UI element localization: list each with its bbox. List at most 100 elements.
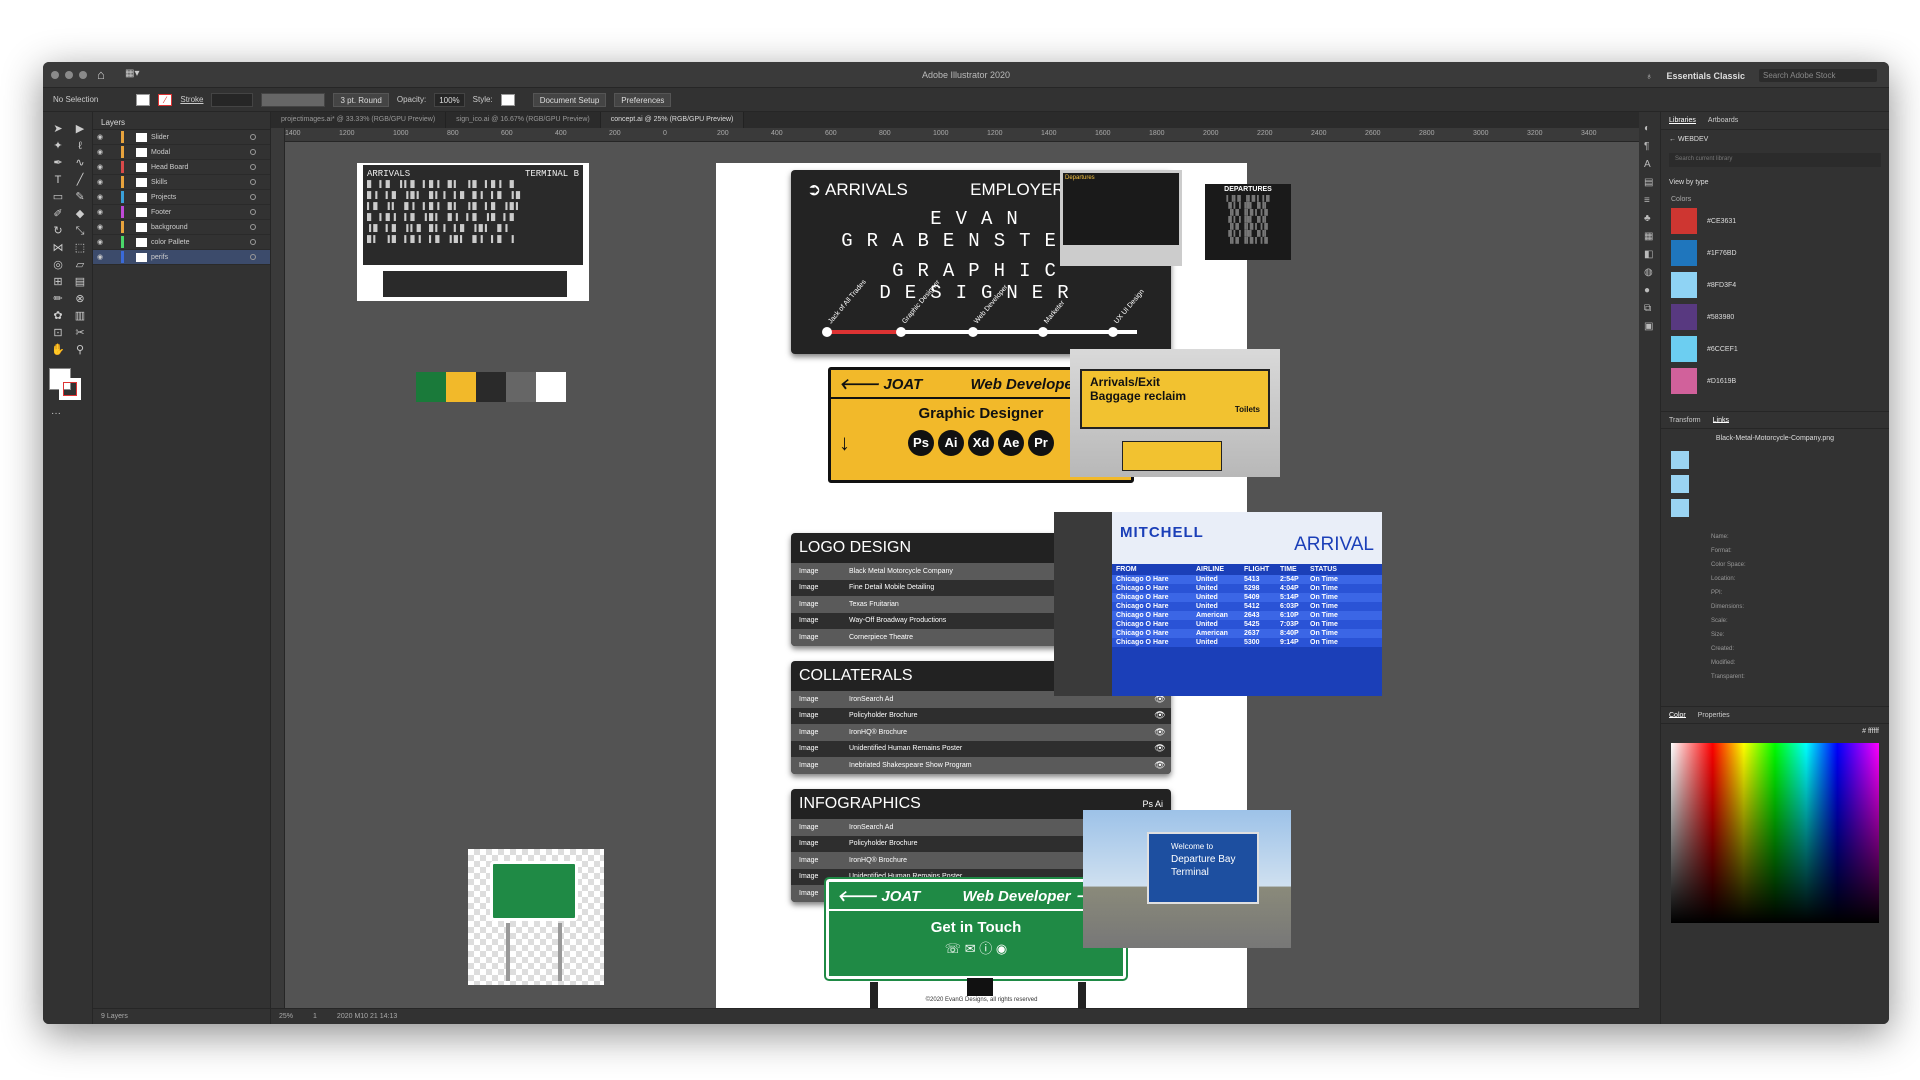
email-icon[interactable]: ✉ — [965, 941, 976, 956]
magic-wand-tool-icon[interactable]: ✦ — [49, 139, 67, 154]
layer-target-icon[interactable] — [250, 134, 256, 140]
style-label[interactable]: Style: — [473, 95, 493, 104]
layer-row[interactable]: ◉ Footer — [93, 205, 270, 220]
library-name[interactable]: ← WEBDEV — [1661, 130, 1889, 149]
width-tool-icon[interactable]: ⋈ — [49, 241, 67, 256]
link-item[interactable] — [1671, 472, 1879, 496]
phone-icon[interactable]: ☏ — [945, 941, 961, 956]
green-blank-sign-image[interactable] — [468, 849, 604, 985]
departure-bay-sign-image[interactable]: Welcome to Departure Bay Terminal — [1083, 810, 1291, 948]
library-color-swatch[interactable]: #583980 — [1661, 301, 1889, 333]
view-eye-icon[interactable]: 👁 — [1149, 710, 1171, 721]
project-row[interactable]: Image Inebriated Shakespeare Show Program… — [791, 757, 1171, 774]
tab-links[interactable]: Links — [1712, 417, 1729, 424]
view-eye-icon[interactable]: 👁 — [1149, 743, 1171, 754]
view-eye-icon[interactable]: 👁 — [1149, 727, 1171, 738]
fill-stroke-swatches[interactable] — [49, 368, 92, 408]
visibility-eye-icon[interactable]: ◉ — [93, 253, 107, 261]
character-panel-icon[interactable]: A — [1644, 156, 1655, 174]
library-color-swatch[interactable]: #1F76BD — [1661, 237, 1889, 269]
library-search-input[interactable]: Search current library — [1669, 153, 1881, 167]
lightbulb-icon[interactable]: ♁ — [1646, 71, 1653, 81]
visibility-eye-icon[interactable]: ◉ — [93, 148, 107, 156]
visibility-eye-icon[interactable]: ◉ — [93, 133, 107, 141]
blend-tool-icon[interactable]: ⊗ — [71, 292, 89, 307]
opacity-label[interactable]: Opacity: — [397, 95, 426, 104]
stroke-swatch[interactable]: ⁄ — [158, 93, 173, 106]
vertical-ruler[interactable] — [271, 128, 285, 1008]
zoom-level[interactable]: 25% — [279, 1013, 293, 1020]
workspace-switcher[interactable]: Essentials Classic — [1666, 71, 1745, 81]
symbols-panel-icon[interactable]: ♣ — [1644, 210, 1655, 228]
palette-swatch[interactable] — [476, 372, 506, 402]
tab-projectimages[interactable]: projectimages.ai* @ 33.33% (RGB/GPU Prev… — [271, 112, 447, 128]
artboards-panel-icon[interactable]: ▣ — [1644, 318, 1655, 336]
graphic-styles-panel-icon[interactable]: ● — [1644, 282, 1655, 300]
layer-target-icon[interactable] — [250, 254, 256, 260]
slice-tool-icon[interactable]: ✂ — [71, 326, 89, 341]
project-row[interactable]: Image Unidentified Human Remains Poster 👁 — [791, 740, 1171, 757]
variable-width-field[interactable] — [261, 92, 326, 107]
visibility-eye-icon[interactable]: ◉ — [93, 223, 107, 231]
mitchell-arrivals-screen-image[interactable]: MITCHELL ARRIVAL FROM AIRLINE FLIGHT TIME ST… — [1054, 512, 1382, 696]
brushes-panel-icon[interactable]: ¶ — [1644, 138, 1655, 156]
palette-swatch[interactable] — [536, 372, 566, 402]
perspective-grid-tool-icon[interactable]: ▱ — [71, 258, 89, 273]
artboard-number[interactable]: 1 — [313, 1013, 317, 1020]
canvas[interactable]: ARRIVALS TERMINAL B █ ▌█ ▐▌█ ▌█▐ █▌ ▐█ ▌█… — [285, 142, 1639, 1008]
layer-target-icon[interactable] — [250, 224, 256, 230]
eraser-tool-icon[interactable]: ◆ — [71, 207, 89, 222]
gradient-panel-icon[interactable]: ◧ — [1644, 246, 1655, 264]
opacity-field[interactable]: 100% — [434, 92, 465, 107]
view-eye-icon[interactable]: 👁 — [1149, 760, 1171, 771]
color-palette-swatches[interactable] — [416, 372, 566, 402]
layer-row[interactable]: ◉ Head Board — [93, 160, 270, 175]
tab-libraries[interactable]: Libraries — [1669, 117, 1696, 124]
project-row[interactable]: Image Policyholder Brochure 👁 — [791, 707, 1171, 724]
linkedin-icon[interactable]: ⓘ — [979, 941, 992, 956]
tab-artboards[interactable]: Artboards — [1708, 117, 1738, 124]
tab-concept[interactable]: concept.ai @ 25% (RGB/GPU Preview) — [600, 112, 745, 128]
paintbrush-tool-icon[interactable]: ✎ — [71, 190, 89, 205]
properties-panel-icon[interactable]: ◐ — [1644, 120, 1655, 138]
airport-arrivals-sign-image[interactable]: Arrivals/Exit Baggage reclaim Toilets — [1070, 349, 1280, 477]
layer-target-icon[interactable] — [250, 194, 256, 200]
departures-board-image[interactable]: Departures — [1060, 170, 1182, 266]
appearance-panel-icon[interactable]: ◍ — [1644, 264, 1655, 282]
library-color-swatch[interactable]: #8FD3F4 — [1661, 269, 1889, 301]
column-graph-tool-icon[interactable]: ▥ — [71, 309, 89, 324]
stroke-weight-field[interactable] — [211, 92, 254, 107]
layer-target-icon[interactable] — [250, 209, 256, 215]
swatches-panel-icon[interactable]: ▦ — [1644, 228, 1655, 246]
layer-target-icon[interactable] — [250, 179, 256, 185]
rotate-tool-icon[interactable]: ↻ — [49, 224, 67, 239]
tab-sign-ico[interactable]: sign_ico.ai @ 16.67% (RGB/GPU Preview) — [446, 112, 601, 128]
eyedropper-tool-icon[interactable]: ✏ — [49, 292, 67, 307]
curvature-tool-icon[interactable]: ∿ — [71, 156, 89, 171]
color-hex-field[interactable]: # ffffff — [1661, 724, 1889, 739]
lasso-tool-icon[interactable]: ℓ — [71, 139, 89, 154]
layer-row[interactable]: ◉ Projects — [93, 190, 270, 205]
visibility-eye-icon[interactable]: ◉ — [93, 193, 107, 201]
palette-swatch[interactable] — [506, 372, 536, 402]
departures-flipboard-image[interactable]: DEPARTURES ▌▐▌█ ▐▌█▐ ▌█ █▐ ▌▐█▌ █▐▌ ▐▌█ ▐▌… — [1205, 184, 1291, 260]
layer-target-icon[interactable] — [250, 164, 256, 170]
palette-swatch[interactable] — [446, 372, 476, 402]
shape-builder-tool-icon[interactable]: ◎ — [49, 258, 67, 273]
layers-panel-icon[interactable]: ⧉ — [1644, 300, 1655, 318]
layer-row[interactable]: ◉ perifs — [93, 250, 270, 265]
free-transform-tool-icon[interactable]: ⬚ — [71, 241, 89, 256]
library-color-swatch[interactable]: #6CCEF1 — [1661, 333, 1889, 365]
color-spectrum[interactable] — [1671, 743, 1879, 923]
selection-tool-icon[interactable]: ➤ — [49, 122, 67, 137]
link-item[interactable] — [1671, 496, 1879, 520]
project-row[interactable]: Image IronHQ® Brochure 👁 — [791, 724, 1171, 741]
tab-properties[interactable]: Properties — [1698, 712, 1730, 719]
type-tool-icon[interactable]: T — [49, 173, 67, 188]
layer-row[interactable]: ◉ Slider — [93, 130, 270, 145]
palette-swatch[interactable] — [416, 372, 446, 402]
symbol-sprayer-tool-icon[interactable]: ✿ — [49, 309, 67, 324]
search-stock-input[interactable]: Search Adobe Stock — [1759, 69, 1877, 82]
visibility-eye-icon[interactable]: ◉ — [93, 178, 107, 186]
mesh-tool-icon[interactable]: ⊞ — [49, 275, 67, 290]
